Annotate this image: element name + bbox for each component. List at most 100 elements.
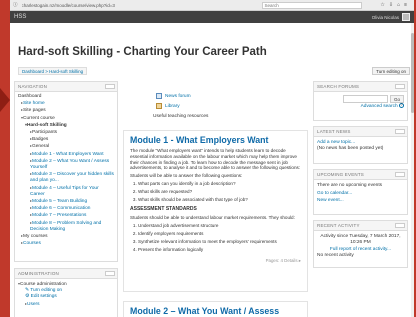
assessment-standards-intro: Students should be able to understand la… <box>130 214 295 220</box>
search-forums-body: Go Advanced search ? <box>314 92 407 113</box>
browser-toolbar: ⓘ charlestogain.nz/moodle/course/view.ph… <box>10 0 414 11</box>
nav-current-course[interactable]: Current course <box>18 115 114 122</box>
site-header: HSS Olivia Nicolas <box>10 11 414 23</box>
module-2-section: Module 2 – What You Want / Assess Yourse… <box>123 301 308 317</box>
admin-users[interactable]: Users <box>18 301 114 308</box>
nav-label: Badges <box>32 137 49 143</box>
info-icon[interactable]: ⓘ <box>13 2 18 8</box>
browser-search-input[interactable]: Search <box>261 1 362 9</box>
search-forums-heading-text: SEARCH FORUMS <box>317 84 360 89</box>
resource-label: Library <box>165 103 180 109</box>
library-icon <box>156 103 162 109</box>
recent-activity-block: RECENT ACTIVITY Activity since Tuesday, … <box>313 220 408 268</box>
turn-editing-button[interactable]: Turn editing on <box>372 67 410 75</box>
nav-label: Hard-soft Skilling <box>27 122 67 128</box>
nav-label: Module 7 – Presentations <box>32 213 87 219</box>
nav-label: Module 5 – Team Building <box>32 199 88 205</box>
nav-courses[interactable]: Courses <box>18 240 114 247</box>
nav-badges[interactable]: Badges <box>18 136 114 143</box>
no-activity-text: No recent activity <box>317 253 354 259</box>
admin-label: Users <box>27 301 40 307</box>
nav-module-3[interactable]: Module 3 – Discover your hidden skills a… <box>18 171 114 184</box>
forum-search-go-button[interactable]: Go <box>389 95 404 103</box>
course-content: News forum Library Useful teaching resou… <box>123 81 308 317</box>
search-forums-block: SEARCH FORUMS Go Advanced search ? <box>313 81 408 121</box>
nav-label: Module 4 – Useful Tips for Your Career <box>30 185 99 197</box>
nav-module-5[interactable]: Module 5 – Team Building <box>18 198 114 205</box>
module-1-intro: The module "What employers want" intends… <box>130 148 301 171</box>
nav-label: Module 3 – Discover your hidden skills a… <box>30 172 114 184</box>
browser-icons[interactable]: ☆⇩⌂≡ <box>380 2 411 8</box>
nav-label: Module 8 – Problem Solving and Decision … <box>30 220 102 232</box>
navigation-heading: NAVIGATION <box>15 82 117 92</box>
nav-module-2[interactable]: Module 2 – What You Want / Assess Yourse… <box>18 158 114 171</box>
navigation-heading-text: NAVIGATION <box>18 84 48 89</box>
nav-module-6[interactable]: Module 6 – Communication <box>18 205 114 212</box>
navigation-block: NAVIGATION Dashboard Site home Site page… <box>14 81 118 262</box>
upcoming-events-block: UPCOMING EVENTS There are no upcoming ev… <box>313 169 408 215</box>
new-event-link[interactable]: New event... <box>317 198 344 203</box>
module-1-pager[interactable]: Pages: 4 Details ▸ <box>124 254 307 268</box>
nav-label: Site home <box>23 101 45 107</box>
search-forums-heading: SEARCH FORUMS <box>314 82 407 92</box>
full-report-link[interactable]: Full report of recent activity... <box>330 247 391 252</box>
assessment-standards-heading: ASSESSMENT STANDARDS <box>130 205 197 212</box>
scrollbar-thumb[interactable] <box>411 33 414 113</box>
block-controls[interactable] <box>395 129 405 134</box>
recent-activity-heading-text: RECENT ACTIVITY <box>317 223 360 228</box>
add-topic-link[interactable]: Add a new topic... <box>317 140 355 145</box>
nav-my-courses[interactable]: My courses <box>18 233 114 240</box>
nav-course-hard-soft[interactable]: Hard-soft Skilling <box>18 122 114 129</box>
block-controls[interactable] <box>105 84 115 89</box>
browser-window: ⓘ charlestogain.nz/moodle/course/view.ph… <box>10 0 414 317</box>
useful-resources-text: Useful teaching resources <box>153 114 209 119</box>
nav-label: My courses <box>23 234 48 240</box>
nav-label: Module 1 - What Employers Want <box>32 151 104 157</box>
site-brand[interactable]: HSS <box>14 14 26 20</box>
list-item: Synthetize relevant information to meet … <box>138 238 301 246</box>
nav-general[interactable]: General <box>18 143 114 150</box>
breadcrumb[interactable]: Dashboard > Hard-soft Skilling <box>18 67 88 75</box>
forum-icon <box>156 93 162 99</box>
nav-site-pages[interactable]: Site pages <box>18 107 114 114</box>
no-events-text: There are no upcoming events <box>317 183 383 188</box>
module-1-section: Module 1 - What Employers Want The modul… <box>123 130 308 292</box>
address-bar[interactable]: charlestogain.nz/moodle/course/view.php?… <box>22 3 242 8</box>
nav-label: General <box>32 144 50 150</box>
block-controls[interactable] <box>395 84 405 89</box>
admin-label: Edit settings <box>30 294 57 300</box>
nav-module-1[interactable]: Module 1 - What Employers Want <box>18 151 114 158</box>
upcoming-events-body: There are no upcoming events Go to calen… <box>314 180 407 207</box>
admin-label: Turn editing on <box>30 288 63 294</box>
module-1-questions: What parts can you identify in a job des… <box>124 180 307 204</box>
nav-participants[interactable]: Participants <box>18 129 114 136</box>
resource-news-forum[interactable]: News forum <box>156 91 308 101</box>
recent-activity-body: Activity since Tuesday, 7 March 2017, 10… <box>314 231 407 263</box>
no-news-text: (No news has been posted yet) <box>317 146 384 152</box>
block-controls[interactable] <box>105 271 115 276</box>
block-controls[interactable] <box>395 223 405 228</box>
resource-label: News forum <box>165 93 191 99</box>
advanced-search-link[interactable]: Advanced search <box>361 104 398 109</box>
resource-library[interactable]: Library <box>156 101 308 111</box>
module-1-title[interactable]: Module 1 - What Employers Want <box>124 131 307 147</box>
user-menu[interactable]: Olivia Nicolas <box>372 13 410 21</box>
list-item: Understand job advertisement structure <box>138 222 301 230</box>
block-controls[interactable] <box>395 172 405 177</box>
help-icon[interactable]: ? <box>399 103 404 108</box>
admin-label: Course administration <box>20 282 67 287</box>
nav-label: Module 2 – What You Want / Assess Yourse… <box>30 158 110 171</box>
nav-label: Site pages <box>23 108 46 114</box>
nav-label: Current course <box>23 115 55 121</box>
page-scrollbar[interactable] <box>411 23 414 317</box>
nav-label: Module 6 – Communication <box>32 206 91 212</box>
forum-search-input[interactable] <box>342 95 388 103</box>
nav-label: Courses <box>23 241 41 247</box>
nav-site-home[interactable]: Site home <box>18 100 114 107</box>
module-2-title[interactable]: Module 2 – What You Want / Assess Yourse… <box>124 302 307 317</box>
avatar[interactable] <box>402 13 410 21</box>
nav-module-7[interactable]: Module 7 – Presentations <box>18 212 114 219</box>
go-to-calendar-link[interactable]: Go to calendar... <box>317 191 352 196</box>
nav-module-8[interactable]: Module 8 – Problem Solving and Decision … <box>18 220 114 233</box>
nav-module-4[interactable]: Module 4 – Useful Tips for Your Career <box>18 185 114 198</box>
